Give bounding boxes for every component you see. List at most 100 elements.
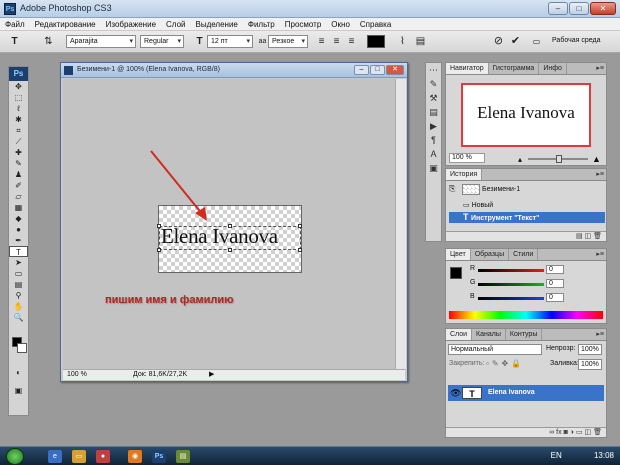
history-item-selected[interactable]: T Инструмент "Текст"	[449, 212, 605, 223]
warp-text-icon[interactable]: ⌇	[396, 35, 409, 48]
lasso-tool-icon[interactable]: ℓ	[9, 103, 28, 114]
quick-mask-icon[interactable]: ◐	[9, 367, 28, 378]
transform-handle[interactable]	[157, 248, 161, 252]
actions-icon[interactable]: ▶	[426, 119, 441, 133]
history-snapshot[interactable]: Безимени-1	[482, 184, 520, 195]
blur-tool-icon[interactable]: ◆	[9, 213, 28, 224]
zoom-tool-icon[interactable]: 🔍	[9, 312, 28, 323]
blend-mode-select[interactable]: Нормальный	[448, 344, 542, 355]
gradient-tool-icon[interactable]: ▦	[9, 202, 28, 213]
layers-panel-menu-icon[interactable]: ▸≡	[596, 330, 604, 338]
type-tool-preset-icon[interactable]: T	[8, 35, 21, 48]
tab-navigator[interactable]: Навигатор	[446, 63, 489, 74]
zoom-out-icon[interactable]: ▴	[518, 155, 522, 164]
palette-icon[interactable]: ▭	[530, 35, 543, 48]
status-menu-arrow-icon[interactable]: ▶	[209, 370, 214, 380]
hand-tool-icon[interactable]: ✋	[9, 301, 28, 312]
align-center-icon[interactable]: ≡	[330, 35, 343, 48]
panel-menu-icon[interactable]: ▸≡	[596, 64, 604, 72]
cancel-icon[interactable]: ⊘	[492, 35, 505, 48]
history-brush-source-icon[interactable]: ⎘	[449, 184, 461, 194]
notes-tool-icon[interactable]: ▤	[9, 279, 28, 290]
media-taskbar-icon[interactable]: ●	[96, 450, 110, 463]
green-slider[interactable]	[478, 283, 544, 286]
layer-mask-icon[interactable]: ◙	[564, 429, 568, 436]
brush-tool-icon[interactable]: ✎	[9, 158, 28, 169]
new-group-icon[interactable]: ▭	[576, 429, 583, 436]
blue-slider[interactable]	[478, 297, 544, 300]
delete-layer-icon[interactable]: 🗑	[593, 429, 602, 436]
color-ramp[interactable]	[449, 311, 603, 319]
new-document-from-state-icon[interactable]: ▤	[576, 233, 583, 240]
tab-swatches[interactable]: Образцы	[471, 249, 510, 260]
brush-presets-icon[interactable]: ✎	[426, 77, 441, 91]
app-taskbar-icon[interactable]: ▤	[176, 450, 190, 463]
navigator-preview[interactable]: Elena Ivanova	[461, 83, 591, 147]
tab-paths[interactable]: Контуры	[506, 329, 543, 340]
menu-image[interactable]: Изображение	[101, 18, 161, 30]
pen-tool-icon[interactable]: ✒	[9, 235, 28, 246]
fill-field[interactable]: 100%	[578, 359, 602, 370]
slice-tool-icon[interactable]: ⟋	[9, 136, 28, 147]
menu-layer[interactable]: Слой	[161, 18, 190, 30]
eyedropper-tool-icon[interactable]: ⚲	[9, 290, 28, 301]
clone-stamp-tool-icon[interactable]: ♟	[9, 169, 28, 180]
layer-comps-icon[interactable]: ▤	[426, 105, 441, 119]
menu-window[interactable]: Окно	[326, 18, 355, 30]
align-right-icon[interactable]: ≡	[345, 35, 358, 48]
align-left-icon[interactable]: ≡	[315, 35, 328, 48]
link-layers-icon[interactable]: ∞	[549, 429, 554, 436]
tab-layers[interactable]: Слои	[446, 329, 473, 340]
marquee-tool-icon[interactable]: ⬚	[9, 92, 28, 103]
close-button[interactable]: ✕	[590, 2, 616, 15]
layer-name[interactable]: Elena Ivanova	[488, 385, 535, 401]
document-minimize-button[interactable]: –	[354, 65, 369, 75]
explorer-taskbar-icon[interactable]: ▭	[72, 450, 86, 463]
dodge-tool-icon[interactable]: ●	[9, 224, 28, 235]
canvas-area[interactable]: Elena Ivanova пишим имя и фамилию	[63, 79, 395, 369]
tab-color[interactable]: Цвет	[446, 249, 471, 260]
photoshop-taskbar-icon[interactable]: Ps	[152, 450, 166, 463]
minimize-button[interactable]: –	[548, 2, 568, 15]
opacity-field[interactable]: 100%	[578, 344, 602, 355]
move-tool-icon[interactable]: ✥	[9, 81, 28, 92]
start-button[interactable]	[6, 448, 24, 465]
history-panel-menu-icon[interactable]: ▸≡	[596, 170, 604, 178]
color-foreground-swatch[interactable]	[450, 267, 462, 279]
new-layer-icon[interactable]: ◫	[585, 429, 592, 436]
layer-style-icon[interactable]: fx	[556, 429, 561, 436]
adjustment-layer-icon[interactable]: ◑	[570, 429, 574, 436]
delete-state-icon[interactable]: 🗑	[593, 233, 602, 240]
vertical-scrollbar[interactable]	[395, 79, 406, 369]
healing-brush-tool-icon[interactable]: ✚	[9, 147, 28, 158]
red-slider[interactable]	[478, 269, 544, 272]
tab-channels[interactable]: Каналы	[472, 329, 506, 340]
language-indicator[interactable]: EN	[551, 451, 562, 460]
text-orientation-icon[interactable]: ⇅	[42, 35, 55, 48]
text-color-swatch[interactable]	[367, 35, 385, 48]
blue-value-field[interactable]: 0	[546, 293, 564, 302]
type-tool-icon[interactable]: T	[9, 246, 28, 257]
new-snapshot-icon[interactable]: ◫	[585, 233, 592, 240]
menu-select[interactable]: Выделение	[190, 18, 242, 30]
tool-presets-icon[interactable]: ⚒	[426, 91, 441, 105]
history-brush-tool-icon[interactable]: ✐	[9, 180, 28, 191]
color-panel-menu-icon[interactable]: ▸≡	[596, 250, 604, 258]
snapshot-thumbnail[interactable]	[462, 184, 480, 195]
menu-edit[interactable]: Редактирование	[30, 18, 101, 30]
transform-handle[interactable]	[228, 248, 232, 252]
layer-row-selected[interactable]: 👁 T Elena Ivanova	[448, 385, 604, 401]
paragraph-icon[interactable]: ¶	[426, 133, 441, 147]
zoom-level[interactable]: 100 %	[67, 370, 87, 380]
firefox-taskbar-icon[interactable]: ◉	[128, 450, 142, 463]
menu-filter[interactable]: Фильтр	[243, 18, 280, 30]
ie-taskbar-icon[interactable]: e	[48, 450, 62, 463]
background-color-swatch[interactable]	[17, 343, 27, 353]
maximize-button[interactable]: □	[569, 2, 589, 15]
font-style-select[interactable]: Regular	[140, 35, 184, 48]
font-family-select[interactable]: Aparajita	[66, 35, 136, 48]
green-value-field[interactable]: 0	[546, 279, 564, 288]
screen-mode-icon[interactable]: ▣	[9, 385, 28, 396]
layer-visibility-eye-icon[interactable]: 👁	[450, 385, 461, 401]
font-size-select[interactable]: 12 пт	[207, 35, 253, 48]
